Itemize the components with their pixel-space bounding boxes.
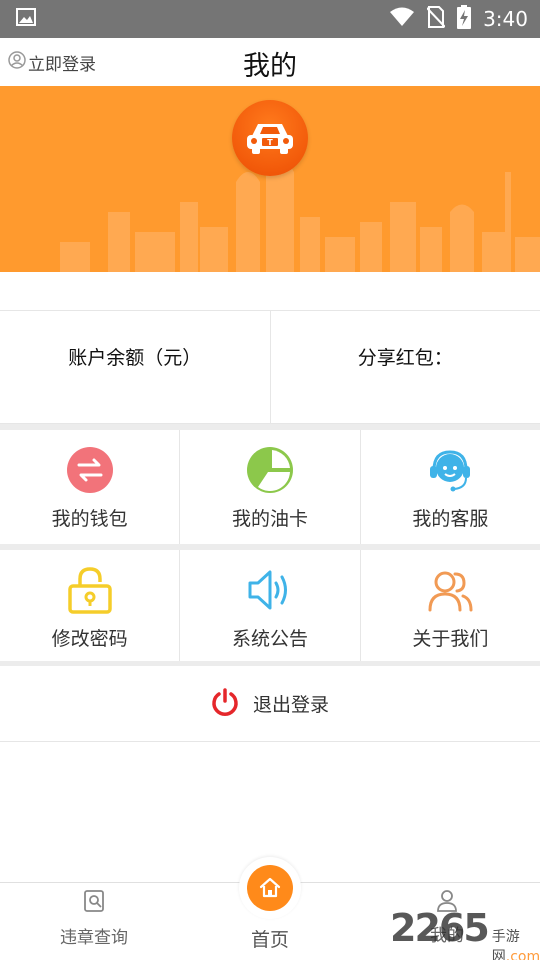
menu-label: 关于我们 xyxy=(412,628,489,650)
tab-label: 首页 xyxy=(250,929,289,951)
svg-text:T: T xyxy=(267,138,273,147)
home-icon xyxy=(247,865,293,911)
menu-item-oil-card[interactable]: 我的油卡 xyxy=(180,430,361,544)
logout-button[interactable]: 退出登录 xyxy=(0,666,540,742)
car-logo-icon: T xyxy=(232,100,308,176)
watermark-logo: 2265 手游网.com xyxy=(390,906,540,960)
menu-label: 我的油卡 xyxy=(231,508,308,530)
home-bubble xyxy=(239,857,301,919)
power-icon xyxy=(211,687,239,720)
tab-label: 违章查询 xyxy=(60,928,128,948)
logout-label: 退出登录 xyxy=(252,694,329,716)
account-balance-label: 账户余额（元） xyxy=(68,347,202,369)
page-title: 我的 xyxy=(243,51,297,82)
header: 立即登录 我的 xyxy=(0,38,540,86)
gallery-notification-icon xyxy=(16,7,36,31)
menu-row-1: 我的钱包 我的油卡 我的客服 xyxy=(0,430,540,544)
menu-item-announcement[interactable]: 系统公告 xyxy=(180,550,361,663)
battery-charging-icon xyxy=(457,5,472,33)
clock: 3:40 xyxy=(483,7,528,31)
search-document-icon xyxy=(82,889,106,919)
wallet-transfer-icon xyxy=(66,446,114,494)
menu-label: 我的钱包 xyxy=(51,508,128,530)
people-icon xyxy=(426,566,474,614)
share-red-packet-label: 分享红包： xyxy=(357,347,453,369)
menu-label: 系统公告 xyxy=(231,628,308,650)
wifi-icon xyxy=(389,7,415,31)
watermark-site: 手游网.com xyxy=(491,929,540,960)
status-bar: 3:40 xyxy=(0,0,540,38)
headset-agent-icon xyxy=(426,446,474,494)
balance-section: 账户余额（元） 分享红包： xyxy=(0,310,540,424)
menu-item-about-us[interactable]: 关于我们 xyxy=(361,550,540,663)
account-balance[interactable]: 账户余额（元） xyxy=(0,311,271,423)
menu-label: 我的客服 xyxy=(412,508,489,530)
speaker-icon xyxy=(246,566,294,614)
tab-violation-query[interactable]: 违章查询 xyxy=(52,889,136,948)
menu-item-change-password[interactable]: 修改密码 xyxy=(0,550,181,663)
watermark-number: 2265 xyxy=(390,906,490,950)
pie-chart-icon xyxy=(246,446,294,494)
no-sim-icon xyxy=(426,6,446,32)
padlock-icon xyxy=(66,566,114,614)
share-red-packet[interactable]: 分享红包： xyxy=(271,311,540,423)
menu-item-customer-service[interactable]: 我的客服 xyxy=(361,430,540,544)
tab-home[interactable]: 首页 xyxy=(230,857,310,952)
menu-label: 修改密码 xyxy=(51,628,128,650)
menu-row-2: 修改密码 系统公告 关于我们 xyxy=(0,550,540,664)
menu-item-wallet[interactable]: 我的钱包 xyxy=(0,430,181,544)
profile-banner: T xyxy=(0,86,540,272)
